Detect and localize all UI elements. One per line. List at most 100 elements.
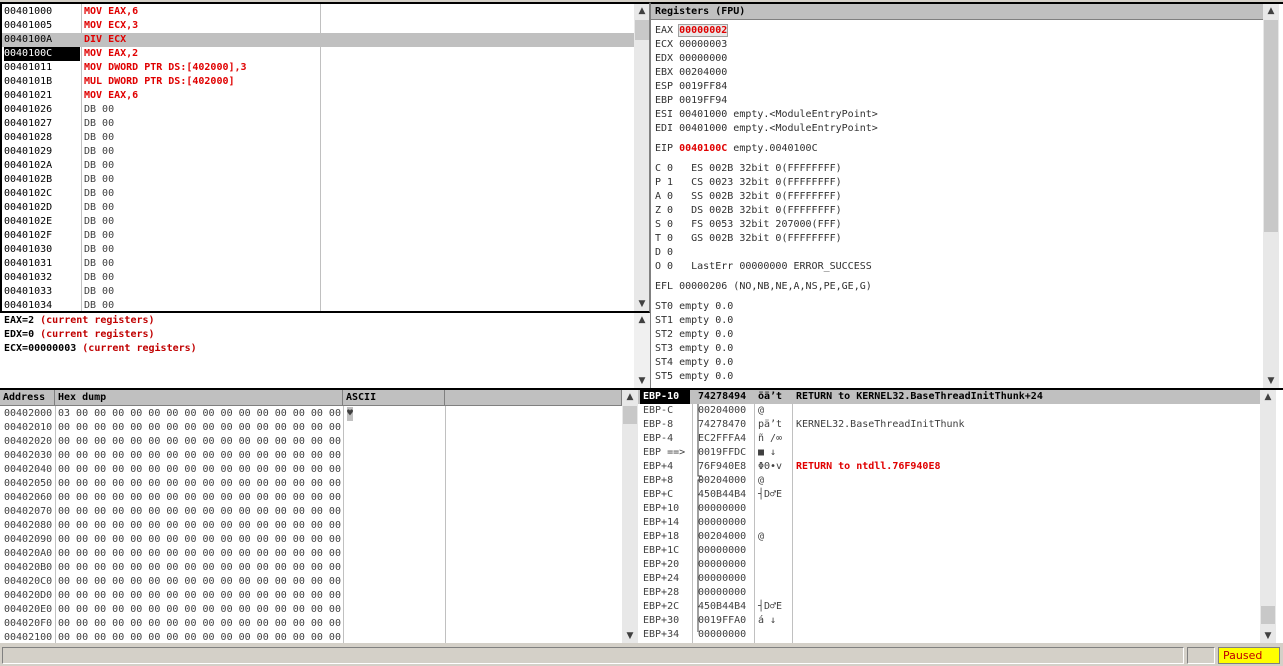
- disasm-row[interactable]: 00401021 MOV EAX,6: [2, 89, 634, 103]
- register-line[interactable]: EFL 00000206 (NO,NB,NE,A,NS,PE,GE,G): [655, 280, 872, 294]
- scroll-thumb[interactable]: [1264, 20, 1278, 232]
- disasm-row[interactable]: 0040102B DB 00: [2, 173, 634, 187]
- register-line[interactable]: EBX 00204000: [655, 66, 733, 80]
- register-value[interactable]: 00401000: [679, 109, 727, 120]
- register-value[interactable]: 00000002: [678, 24, 729, 37]
- disasm-row[interactable]: 00401000 MOV EAX,6: [2, 5, 634, 19]
- scroll-down-icon[interactable]: ▼: [622, 629, 638, 643]
- register-value[interactable]: ES 002B: [691, 163, 733, 174]
- registers-scrollbar[interactable]: ▲ ▼: [1263, 4, 1279, 388]
- disasm-row[interactable]: 0040100C MOV EAX,2: [2, 47, 634, 61]
- stack-row[interactable]: EBP+10 00000000: [638, 502, 1266, 516]
- scroll-down-icon[interactable]: ▼: [634, 374, 650, 388]
- disasm-row[interactable]: 00401011 MOV DWORD PTR DS:[402000],3: [2, 61, 634, 75]
- register-value[interactable]: empty: [679, 301, 709, 312]
- disasm-row[interactable]: 0040102F DB 00: [2, 229, 634, 243]
- stack-row[interactable]: EBP+34 00000000: [638, 628, 1266, 642]
- stack-row[interactable]: EBP+14 00000000: [638, 516, 1266, 530]
- stack-row[interactable]: EBP+4 76F940E8 ΦΘ•v RETURN to ntdll.76F940E…: [638, 460, 1266, 474]
- disasm-row[interactable]: 00401034 DB 00: [2, 299, 634, 311]
- register-line[interactable]: EDX 00000000: [655, 52, 733, 66]
- disassembly-pane[interactable]: 00401000 MOV EAX,6 00401005 MOV ECX,3 004010…: [0, 2, 650, 313]
- stack-row[interactable]: EBP+24 00000000: [638, 572, 1266, 586]
- info-scrollbar[interactable]: ▲ ▼: [634, 313, 650, 388]
- register-line[interactable]: ST0 empty 0.0: [655, 300, 733, 314]
- register-line[interactable]: EBP 0019FF94: [655, 94, 733, 108]
- register-line[interactable]: ESP 0019FF84: [655, 80, 733, 94]
- register-value[interactable]: empty: [679, 343, 709, 354]
- register-line[interactable]: ST1 empty 0.0: [655, 314, 733, 328]
- dump-header-address[interactable]: Address: [0, 390, 55, 406]
- disasm-row[interactable]: 00401028 DB 00: [2, 131, 634, 145]
- scroll-up-icon[interactable]: ▲: [634, 313, 650, 327]
- scroll-up-icon[interactable]: ▲: [1263, 4, 1279, 18]
- scroll-down-icon[interactable]: ▼: [1263, 374, 1279, 388]
- register-line[interactable]: EAX 00000002: [655, 24, 733, 38]
- stack-pane[interactable]: EBP-10 74278494 öä’t RETURN to KERNEL32.Bas…: [638, 388, 1283, 643]
- register-value[interactable]: 0040100C: [679, 143, 727, 154]
- scroll-thumb[interactable]: [623, 406, 637, 424]
- stack-row[interactable]: EBP-8 74278470 pä’t KERNEL32.BaseThreadInit…: [638, 418, 1266, 432]
- register-line[interactable]: ESI 00401000 empty.<ModuleEntryPoint>: [655, 108, 878, 122]
- register-line[interactable]: O 0 LastErr 00000000 ERROR_SUCCESS: [655, 260, 872, 274]
- register-line[interactable]: S 0 FS 0053 32bit 207000(FFF): [655, 218, 842, 232]
- register-value[interactable]: 00204000: [679, 67, 727, 78]
- disasm-row[interactable]: 00401030 DB 00: [2, 243, 634, 257]
- register-line[interactable]: A 0 SS 002B 32bit 0(FFFFFFFF): [655, 190, 842, 204]
- disasm-row[interactable]: 0040102E DB 00: [2, 215, 634, 229]
- registers-title[interactable]: Registers (FPU): [651, 4, 1263, 20]
- register-value[interactable]: 00000003: [679, 39, 727, 50]
- stack-row[interactable]: EBP+C 450B44B4 ┤D♂E: [638, 488, 1266, 502]
- stack-row[interactable]: EBP+8 00204000 @: [638, 474, 1266, 488]
- register-line[interactable]: C 0 ES 002B 32bit 0(FFFFFFFF): [655, 162, 842, 176]
- disasm-row[interactable]: 00401029 DB 00: [2, 145, 634, 159]
- stack-row[interactable]: EBP+18 00204000 @: [638, 530, 1266, 544]
- register-value[interactable]: DS 002B: [691, 205, 733, 216]
- register-value[interactable]: 00000206: [679, 281, 727, 292]
- register-line[interactable]: ST2 empty 0.0: [655, 328, 733, 342]
- scroll-down-icon[interactable]: ▼: [634, 297, 649, 311]
- info-pane[interactable]: EAX=2 (current registers) EDX=0 (current …: [0, 313, 650, 388]
- register-value[interactable]: 0019FF84: [679, 81, 727, 92]
- stack-row[interactable]: EBP-C 00204000 @: [638, 404, 1266, 418]
- register-line[interactable]: EIP 0040100C empty.0040100C: [655, 142, 818, 156]
- dump-scrollbar[interactable]: ▲ ▼: [622, 390, 638, 643]
- registers-pane[interactable]: Registers (FPU) EAX 00000002 ECX 0000000…: [650, 2, 1283, 388]
- register-value[interactable]: empty: [679, 329, 709, 340]
- register-value[interactable]: FS 0053: [691, 219, 733, 230]
- register-line[interactable]: EDI 00401000 empty.<ModuleEntryPoint>: [655, 122, 878, 136]
- register-value[interactable]: SS 002B: [691, 191, 733, 202]
- disasm-row[interactable]: 0040102C DB 00: [2, 187, 634, 201]
- disasm-row[interactable]: 0040100A DIV ECX: [2, 33, 634, 47]
- stack-row[interactable]: EBP+28 00000000: [638, 586, 1266, 600]
- stack-row[interactable]: EBP ==> 0019FFDC ■ ↓: [638, 446, 1266, 460]
- scroll-thumb[interactable]: [635, 20, 649, 40]
- disasm-row[interactable]: 00401033 DB 00: [2, 285, 634, 299]
- scroll-down-icon[interactable]: ▼: [1260, 629, 1276, 643]
- register-line[interactable]: T 0 GS 002B 32bit 0(FFFFFFFF): [655, 232, 842, 246]
- register-value[interactable]: CS 0023: [691, 177, 733, 188]
- register-line[interactable]: Z 0 DS 002B 32bit 0(FFFFFFFF): [655, 204, 842, 218]
- register-value[interactable]: LastErr: [691, 261, 733, 272]
- disasm-row[interactable]: 0040101B MUL DWORD PTR DS:[402000]: [2, 75, 634, 89]
- stack-row[interactable]: EBP-10 74278494 öä’t RETURN to KERNEL32.Bas…: [638, 390, 1266, 404]
- register-line[interactable]: ST4 empty 0.0: [655, 356, 733, 370]
- scroll-up-icon[interactable]: ▲: [1260, 390, 1276, 404]
- stack-row[interactable]: EBP+2C 450B44B4 ┤D♂E: [638, 600, 1266, 614]
- register-value[interactable]: empty: [679, 315, 709, 326]
- disasm-row[interactable]: 00401032 DB 00: [2, 271, 634, 285]
- scroll-up-icon[interactable]: ▲: [622, 390, 638, 404]
- disasm-row[interactable]: 00401026 DB 00: [2, 103, 634, 117]
- scroll-up-icon[interactable]: ▲: [634, 4, 649, 18]
- disasm-row[interactable]: 00401031 DB 00: [2, 257, 634, 271]
- stack-row[interactable]: EBP+1C 00000000: [638, 544, 1266, 558]
- stack-row[interactable]: EBP-4 EC2FFFA4 ñ /∞: [638, 432, 1266, 446]
- stack-row[interactable]: EBP+30 0019FFA0 á ↓: [638, 614, 1266, 628]
- stack-row[interactable]: EBP+20 00000000: [638, 558, 1266, 572]
- disasm-row[interactable]: 00401027 DB 00: [2, 117, 634, 131]
- register-value[interactable]: empty: [679, 357, 709, 368]
- register-line[interactable]: P 1 CS 0023 32bit 0(FFFFFFFF): [655, 176, 842, 190]
- dump-header-hex[interactable]: Hex dump: [55, 390, 343, 406]
- register-value[interactable]: 00000000: [679, 53, 727, 64]
- disasm-row[interactable]: 00401005 MOV ECX,3: [2, 19, 634, 33]
